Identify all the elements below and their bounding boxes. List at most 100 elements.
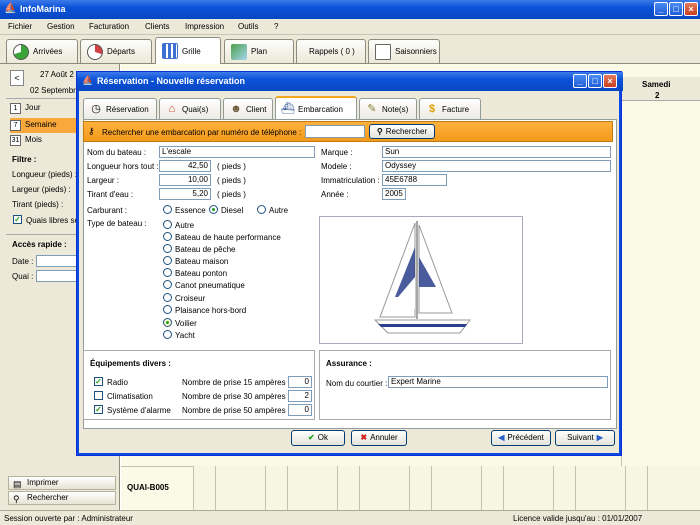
type-pneumatique-radio[interactable] — [163, 280, 172, 289]
day-number: 2 — [655, 91, 660, 100]
grid-cell[interactable] — [575, 466, 625, 510]
draft-input[interactable]: 5,20 — [159, 188, 211, 200]
menu-outils[interactable]: Outils — [238, 22, 258, 31]
grid-cell[interactable] — [481, 466, 503, 510]
type-peche-radio[interactable] — [163, 244, 172, 253]
type-option-label: Croiseur — [175, 294, 206, 303]
type-performance-radio[interactable] — [163, 232, 172, 241]
tab-embarcation[interactable]: ⛴ Embarcation — [275, 96, 357, 120]
fuel-essence-radio[interactable] — [163, 205, 172, 214]
prev-date-button[interactable]: < — [10, 70, 24, 86]
grid-cell[interactable] — [431, 466, 481, 510]
menu-gestion[interactable]: Gestion — [47, 22, 75, 31]
grid-cell[interactable] — [359, 466, 409, 510]
grid-cell[interactable] — [503, 466, 553, 510]
menu-fichier[interactable]: Fichier — [8, 22, 32, 31]
grid-cell[interactable] — [337, 466, 359, 510]
boat-name-input[interactable]: L'escale — [159, 146, 315, 158]
brand-input[interactable]: Sun — [382, 146, 611, 158]
insurance-group: Assurance : Nom du courtier : Expert Mar… — [319, 350, 611, 420]
tab-client[interactable]: ☻ Client — [223, 98, 273, 119]
dialog-close-button[interactable]: × — [603, 74, 617, 88]
tab-departs[interactable]: Départs — [80, 39, 152, 63]
tab-label: Réservation — [106, 104, 149, 114]
grid-cell[interactable] — [625, 466, 647, 510]
ok-button[interactable]: ✔ Ok — [291, 430, 345, 446]
print-button[interactable]: ▤ Imprimer — [8, 476, 116, 490]
plug-15-label: Nombre de prise 15 ampères : — [182, 378, 291, 387]
dialog-maximize-button[interactable]: □ — [588, 74, 602, 88]
boat-image — [319, 216, 523, 344]
check-icon: ✔ — [308, 433, 315, 442]
type-autre-radio[interactable] — [163, 220, 172, 229]
clock-icon — [13, 43, 29, 60]
length-input[interactable]: 42,50 — [159, 160, 211, 172]
menu-impression[interactable]: Impression — [185, 22, 224, 31]
grid-cell[interactable] — [287, 466, 337, 510]
grid-cell[interactable] — [215, 466, 265, 510]
equipment-label: Système d'alarme — [107, 406, 171, 415]
previous-button[interactable]: ◀ Précédent — [491, 430, 551, 446]
type-voilier-radio[interactable] — [163, 318, 172, 327]
radio-checkbox[interactable]: ✓ — [94, 377, 103, 386]
sailboat-illustration — [373, 221, 472, 334]
climatisation-checkbox[interactable] — [94, 391, 103, 400]
tab-grille[interactable]: Grille — [155, 37, 221, 64]
phone-search-input[interactable] — [305, 125, 365, 138]
grid-icon — [162, 43, 178, 59]
broker-input[interactable]: Expert Marine — [388, 376, 608, 388]
type-option-label: Plaisance hors-bord — [175, 306, 247, 315]
tab-label: Quai(s) — [182, 104, 209, 114]
cancel-icon: ✖ — [360, 433, 368, 442]
width-input[interactable]: 10,00 — [159, 174, 211, 186]
width-label: Largeur : — [87, 176, 120, 185]
close-button[interactable]: × — [684, 2, 698, 16]
plug-15-input[interactable]: 0 — [288, 376, 312, 388]
maximize-button[interactable]: □ — [669, 2, 683, 16]
tab-rappels[interactable]: Rappels ( 0 ) — [296, 39, 366, 63]
grid-cell[interactable] — [647, 466, 700, 510]
menu-clients[interactable]: Clients — [145, 22, 169, 31]
dialog-minimize-button[interactable]: _ — [573, 74, 587, 88]
type-maison-radio[interactable] — [163, 256, 172, 265]
tab-notes[interactable]: ✎ Note(s) — [359, 98, 417, 119]
menu-facturation[interactable]: Facturation — [89, 22, 129, 31]
type-horsbord-radio[interactable] — [163, 305, 172, 314]
type-ponton-radio[interactable] — [163, 268, 172, 277]
free-quays-checkbox[interactable]: ✓ — [13, 215, 22, 224]
boat-search-button[interactable]: ⚲ Rechercher — [369, 124, 435, 139]
fuel-diesel-radio[interactable] — [209, 205, 218, 214]
grid-cell[interactable] — [553, 466, 575, 510]
fuel-autre-radio[interactable] — [257, 205, 266, 214]
tab-saisonniers[interactable]: Saisonniers — [368, 39, 440, 63]
plug-50-label: Nombre de prise 50 ampères : — [182, 406, 291, 415]
tab-arrivees[interactable]: Arrivées — [6, 39, 78, 63]
type-option-label: Yacht — [175, 331, 195, 340]
grid-cell[interactable] — [265, 466, 287, 510]
year-input[interactable]: 2005 — [382, 188, 406, 200]
cancel-button[interactable]: ✖ Annuler — [351, 430, 407, 446]
plug-50-input[interactable]: 0 — [288, 404, 312, 416]
tab-label: Rappels ( 0 ) — [309, 47, 355, 56]
tab-reservation[interactable]: ◷ Réservation — [83, 98, 157, 119]
app-titlebar: ⛵ InfoMarina _ □ × — [0, 0, 700, 19]
grid-cell[interactable] — [409, 466, 431, 510]
search-button[interactable]: ⚲ Rechercher — [8, 491, 116, 505]
filter-title: Filtre : — [12, 155, 37, 164]
registration-input[interactable]: 45E6788 — [382, 174, 447, 186]
row-label: QUAI-B005 — [127, 483, 169, 492]
type-yacht-radio[interactable] — [163, 330, 172, 339]
minimize-button[interactable]: _ — [654, 2, 668, 16]
print-label: Imprimer — [27, 478, 59, 487]
type-croiseur-radio[interactable] — [163, 293, 172, 302]
next-button[interactable]: Suivant ▶ — [555, 430, 615, 446]
model-input[interactable]: Odyssey — [382, 160, 611, 172]
grid-cell[interactable] — [193, 466, 215, 510]
alarm-checkbox[interactable]: ✓ — [94, 405, 103, 414]
tab-label: Grille — [182, 46, 201, 56]
plug-30-input[interactable]: 2 — [288, 390, 312, 402]
tab-facture[interactable]: $ Facture — [419, 98, 481, 119]
tab-plan[interactable]: Plan — [224, 39, 294, 63]
tab-quais[interactable]: ⌂ Quai(s) — [159, 98, 221, 119]
menu-help[interactable]: ? — [274, 22, 278, 31]
